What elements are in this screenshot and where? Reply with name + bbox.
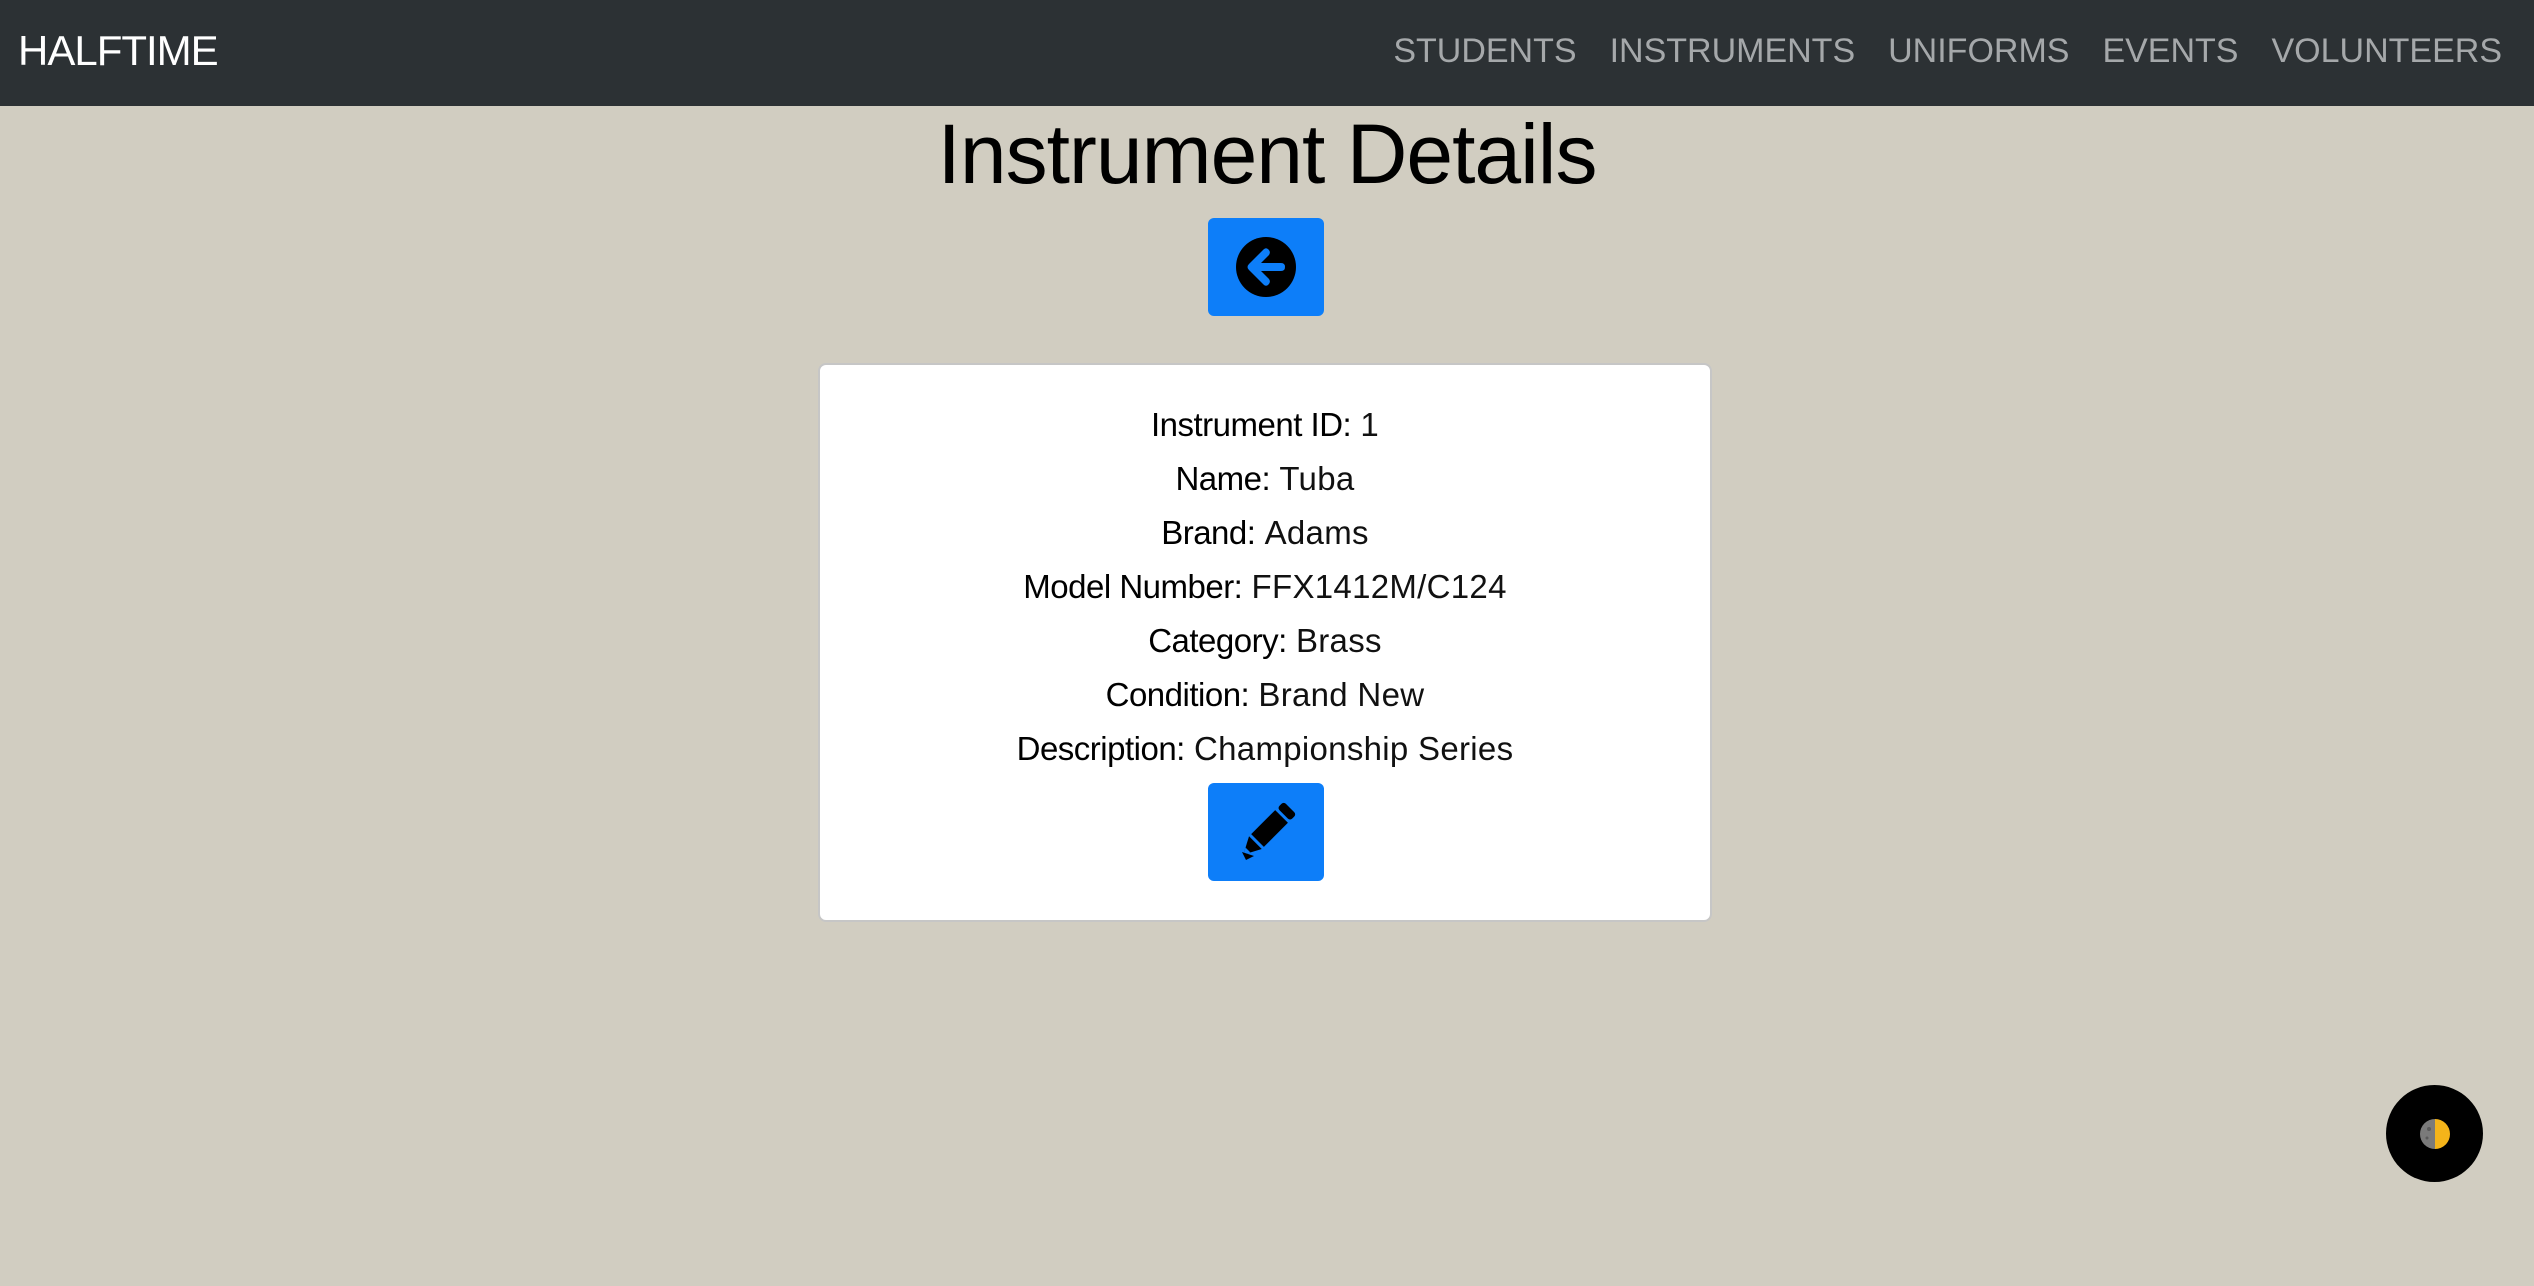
theme-toggle-button[interactable] xyxy=(2386,1085,2483,1182)
edit-button[interactable] xyxy=(1208,783,1324,881)
nav-item-events[interactable]: EVENTS xyxy=(2102,32,2238,71)
detail-label: Instrument ID: xyxy=(1150,406,1352,443)
detail-value: Brand New xyxy=(1258,676,1425,713)
half-moon-icon xyxy=(2419,1118,2450,1149)
nav-item-uniforms[interactable]: UNIFORMS xyxy=(1888,32,2069,71)
detail-model-number: Model Number: FFX1412M/C124 xyxy=(820,565,1710,609)
detail-category: Category: Brass xyxy=(820,619,1710,663)
nav-item-students[interactable]: STUDENTS xyxy=(1393,32,1576,71)
detail-value: 1 xyxy=(1360,406,1380,443)
brand-logo[interactable]: HALFTIME xyxy=(18,0,219,102)
detail-label: Description: xyxy=(1016,730,1186,767)
detail-value: Championship Series xyxy=(1194,730,1514,767)
detail-brand: Brand: Adams xyxy=(820,511,1710,555)
detail-label: Name: xyxy=(1175,460,1271,497)
navbar: HALFTIME STUDENTS INSTRUMENTS UNIFORMS E… xyxy=(0,0,2534,106)
detail-description: Description: Championship Series xyxy=(820,727,1710,771)
detail-value: Tuba xyxy=(1279,460,1355,497)
nav-item-instruments[interactable]: INSTRUMENTS xyxy=(1610,32,1856,71)
detail-instrument-id: Instrument ID: 1 xyxy=(820,403,1710,447)
back-button[interactable] xyxy=(1208,218,1324,316)
nav-links: STUDENTS INSTRUMENTS UNIFORMS EVENTS VOL… xyxy=(1360,0,2502,102)
detail-value: Brass xyxy=(1295,622,1382,659)
detail-label: Brand: xyxy=(1161,514,1256,551)
pencil-icon xyxy=(1242,802,1296,860)
detail-condition: Condition: Brand New xyxy=(820,673,1710,717)
nav-item-volunteers[interactable]: VOLUNTEERS xyxy=(2272,32,2503,71)
arrow-circle-left-icon xyxy=(1236,237,1296,297)
page-title: Instrument Details xyxy=(937,107,1598,201)
detail-label: Condition: xyxy=(1105,676,1250,713)
detail-value: FFX1412M/C124 xyxy=(1251,568,1507,605)
detail-name: Name: Tuba xyxy=(820,457,1710,501)
detail-label: Category: xyxy=(1148,622,1287,659)
detail-label: Model Number: xyxy=(1023,568,1243,605)
detail-value: Adams xyxy=(1264,514,1369,551)
